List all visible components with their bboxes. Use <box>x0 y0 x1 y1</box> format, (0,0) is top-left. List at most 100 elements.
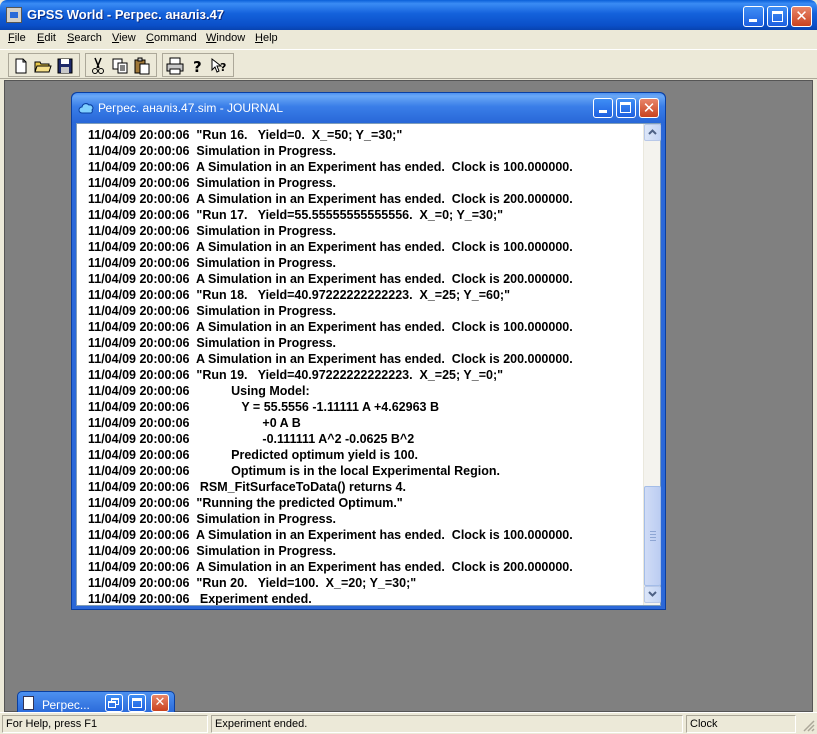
journal-line: 11/04/09 20:00:06 Simulation in Progress… <box>88 176 337 190</box>
open-button[interactable] <box>33 56 53 76</box>
minimized-close-button[interactable]: ✕ <box>151 694 169 712</box>
journal-line: 11/04/09 20:00:06 +0 A B <box>88 416 301 430</box>
scroll-thumb[interactable] <box>644 486 661 586</box>
toolbar-group-edit <box>85 53 157 77</box>
journal-line: 11/04/09 20:00:06 Optimum is in the loca… <box>88 464 500 478</box>
minimized-window-title: Регрес... <box>42 698 90 712</box>
journal-line: 11/04/09 20:00:06 Simulation in Progress… <box>88 336 337 350</box>
journal-close-button[interactable]: ✕ <box>639 98 659 118</box>
menu-edit[interactable]: Edit <box>37 32 56 44</box>
journal-line: 11/04/09 20:00:06 "Running the predicted… <box>88 496 403 510</box>
journal-line: 11/04/09 20:00:06 Simulation in Progress… <box>88 544 337 558</box>
chevron-down-icon <box>648 591 657 597</box>
context-help-icon: ? <box>211 57 226 74</box>
print-icon <box>166 57 184 75</box>
close-icon: ✕ <box>642 99 656 117</box>
cut-button[interactable] <box>88 56 108 76</box>
gpss-app-icon[interactable] <box>6 7 22 23</box>
close-button[interactable]: ✕ <box>791 6 812 27</box>
journal-line: 11/04/09 20:00:06 A Simulation in an Exp… <box>88 240 573 254</box>
new-document-icon <box>15 58 27 74</box>
toolbar-group-misc: ? ? <box>162 53 234 77</box>
journal-window[interactable]: Регрес. аналіз.47.sim - JOURNAL ✕ 11/04/… <box>71 92 666 610</box>
journal-line: 11/04/09 20:00:06 A Simulation in an Exp… <box>88 192 573 206</box>
app-title: GPSS World - Регрес. аналіз.47 <box>27 7 225 22</box>
menu-file[interactable]: File <box>8 32 26 44</box>
minimize-icon <box>599 110 607 113</box>
cut-scissors-icon <box>92 57 104 74</box>
svg-text:?: ? <box>220 61 226 74</box>
menu-view[interactable]: View <box>112 32 136 44</box>
journal-line: 11/04/09 20:00:06 A Simulation in an Exp… <box>88 528 573 542</box>
journal-line: 11/04/09 20:00:06 A Simulation in an Exp… <box>88 272 573 286</box>
toolbar: ? ? <box>0 49 817 79</box>
close-icon: ✕ <box>795 7 808 25</box>
journal-minimize-button[interactable] <box>593 98 613 118</box>
minimized-maximize-button[interactable] <box>128 694 146 712</box>
journal-line: 11/04/09 20:00:06 Simulation in Progress… <box>88 144 337 158</box>
copy-icon <box>112 58 128 74</box>
journal-line: 11/04/09 20:00:06 A Simulation in an Exp… <box>88 560 573 574</box>
journal-line: 11/04/09 20:00:06 A Simulation in an Exp… <box>88 320 573 334</box>
journal-line: 11/04/09 20:00:06 "Run 17. Yield=55.5555… <box>88 208 504 222</box>
journal-line: 11/04/09 20:00:06 A Simulation in an Exp… <box>88 352 573 366</box>
scroll-up-button[interactable] <box>644 124 661 141</box>
journal-line: 11/04/09 20:00:06 Experiment ended. <box>88 592 312 605</box>
journal-line: 11/04/09 20:00:06 A Simulation in an Exp… <box>88 160 573 174</box>
copy-button[interactable] <box>110 56 130 76</box>
minimized-restore-button[interactable] <box>105 694 123 712</box>
paste-button[interactable] <box>132 56 152 76</box>
status-clock: Clock <box>686 715 796 733</box>
journal-text-area[interactable]: 11/04/09 20:00:06 "Run 16. Yield=0. X_=5… <box>77 124 643 605</box>
journal-line: 11/04/09 20:00:06 Predicted optimum yiel… <box>88 448 419 462</box>
svg-text:?: ? <box>193 58 202 75</box>
journal-line: 11/04/09 20:00:06 Using Model: <box>88 384 310 398</box>
journal-line: 11/04/09 20:00:06 Simulation in Progress… <box>88 256 337 270</box>
maximize-icon <box>772 11 783 22</box>
scroll-down-button[interactable] <box>644 586 661 603</box>
minimize-button[interactable] <box>743 6 764 27</box>
journal-vertical-scrollbar[interactable] <box>643 124 661 605</box>
journal-line: 11/04/09 20:00:06 "Run 20. Yield=100. X_… <box>88 576 417 590</box>
context-help-button[interactable]: ? <box>209 56 229 76</box>
journal-line: 11/04/09 20:00:06 Y = 55.5556 -1.11111 A… <box>88 400 439 414</box>
journal-title: Регрес. аналіз.47.sim - JOURNAL <box>98 101 284 115</box>
menu-command[interactable]: Command <box>146 32 197 44</box>
menu-window[interactable]: Window <box>206 32 245 44</box>
journal-line: 11/04/09 20:00:06 RSM_FitSurfaceToData()… <box>88 480 406 494</box>
menu-search[interactable]: Search <box>67 32 102 44</box>
maximize-icon <box>132 698 142 708</box>
status-bar: For Help, press F1 Experiment ended. Clo… <box>0 712 817 734</box>
maximize-icon <box>620 102 631 113</box>
paste-icon <box>134 57 150 75</box>
journal-line: 11/04/09 20:00:06 -0.111111 A^2 -0.0625 … <box>88 432 415 446</box>
cloud-icon <box>78 103 94 114</box>
journal-line: 11/04/09 20:00:06 "Run 16. Yield=0. X_=5… <box>88 128 403 142</box>
journal-body: 11/04/09 20:00:06 "Run 16. Yield=0. X_=5… <box>76 123 661 606</box>
journal-line: 11/04/09 20:00:06 Simulation in Progress… <box>88 224 337 238</box>
print-button[interactable] <box>165 56 185 76</box>
save-disk-icon <box>57 58 73 74</box>
status-message: Experiment ended. <box>211 715 683 733</box>
journal-line: 11/04/09 20:00:06 Simulation in Progress… <box>88 304 337 318</box>
document-icon <box>23 696 34 710</box>
journal-line: 11/04/09 20:00:06 "Run 18. Yield=40.9722… <box>88 288 511 302</box>
help-button[interactable]: ? <box>187 56 207 76</box>
save-button[interactable] <box>55 56 75 76</box>
journal-maximize-button[interactable] <box>616 98 636 118</box>
open-folder-icon <box>34 61 52 73</box>
minimize-icon <box>749 19 757 22</box>
new-button[interactable] <box>11 56 31 76</box>
status-help-text: For Help, press F1 <box>2 715 208 733</box>
chevron-up-icon <box>648 129 657 135</box>
maximize-button[interactable] <box>767 6 788 27</box>
journal-line: 11/04/09 20:00:06 Simulation in Progress… <box>88 512 337 526</box>
close-icon: ✕ <box>154 695 166 710</box>
app-title-bar[interactable]: GPSS World - Регрес. аналіз.47 ✕ <box>0 0 817 30</box>
menu-help[interactable]: Help <box>255 32 278 44</box>
resize-grip-icon[interactable] <box>803 720 815 732</box>
toolbar-group-file <box>8 53 80 77</box>
journal-title-bar[interactable]: Регрес. аналіз.47.sim - JOURNAL ✕ <box>72 93 665 123</box>
menu-bar: File Edit Search View Command Window Hel… <box>0 30 817 49</box>
help-question-icon: ? <box>193 58 202 75</box>
